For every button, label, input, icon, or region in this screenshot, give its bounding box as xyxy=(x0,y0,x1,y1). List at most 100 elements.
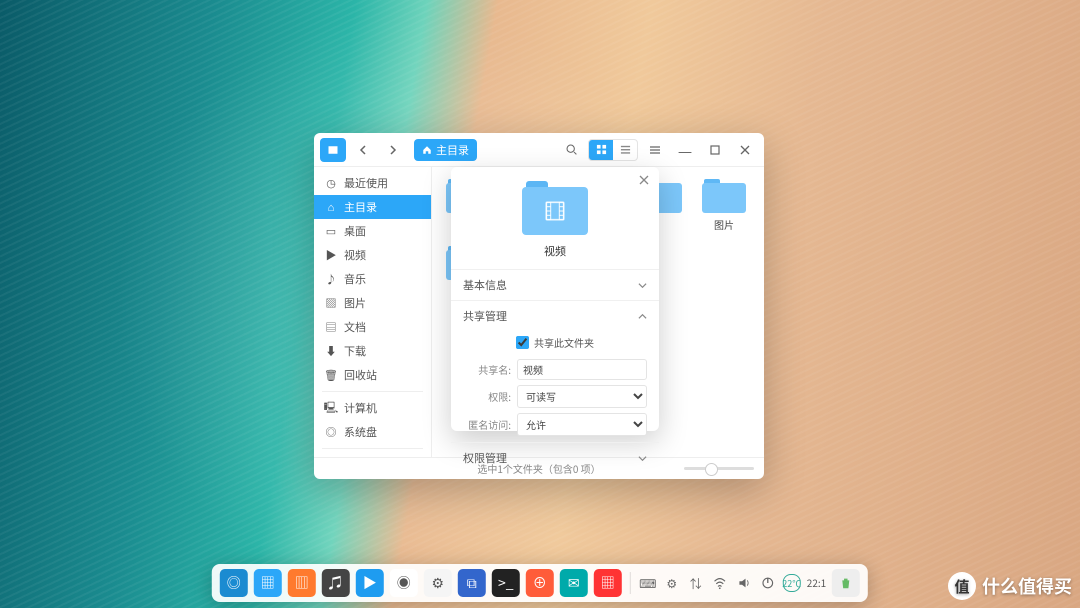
close-button[interactable] xyxy=(732,138,758,162)
chevron-down-icon xyxy=(638,454,647,463)
video-icon xyxy=(542,198,568,224)
sidebar-item-label: 回收站 xyxy=(344,367,377,383)
view-icon-mode[interactable] xyxy=(589,140,613,160)
share-anon-select[interactable]: 允许 xyxy=(517,413,647,436)
tray-keyboard-icon[interactable]: ⌨ xyxy=(639,574,657,592)
dock-app-appstore[interactable]: ▥ xyxy=(288,569,316,597)
folder-preview-icon xyxy=(522,181,588,235)
share-name-input[interactable] xyxy=(517,359,647,380)
chevron-down-icon xyxy=(638,281,647,290)
folder-label: 图片 xyxy=(714,217,734,232)
dock-app-music[interactable]: ♫ xyxy=(322,569,350,597)
watermark-badge: 值 xyxy=(948,572,976,600)
tray-clock[interactable]: 22:1 xyxy=(807,578,826,589)
share-perm-select[interactable]: 可读写 xyxy=(517,385,647,408)
sidebar-item-trash[interactable]: 🗑 回收站 xyxy=(314,363,431,387)
home-icon: ⌂ xyxy=(324,200,338,214)
dock-app-browser2[interactable]: ⊕ xyxy=(526,569,554,597)
section-perm-header[interactable]: 权限管理 xyxy=(451,443,659,473)
dock-app-mail[interactable]: ✉ xyxy=(560,569,588,597)
disk-icon: ◎ xyxy=(324,425,338,439)
sidebar-item-picture[interactable]: ▧ 图片 xyxy=(314,291,431,315)
sidebar-item-desktop[interactable]: ▭ 桌面 xyxy=(314,219,431,243)
video-icon: ▶ xyxy=(324,248,338,262)
doc-icon: ▤ xyxy=(324,320,338,334)
home-icon xyxy=(422,145,432,155)
zoom-slider[interactable] xyxy=(684,467,754,470)
sidebar-item-download[interactable]: ⬇ 下载 xyxy=(314,339,431,363)
tray-volume-icon[interactable] xyxy=(735,574,753,592)
menu-button[interactable] xyxy=(642,138,668,162)
share-perm-label: 权限: xyxy=(463,389,511,404)
music-icon: ♪ xyxy=(324,272,338,286)
clock-icon: ◷ xyxy=(324,176,338,190)
sidebar-item-label: 图片 xyxy=(344,295,366,311)
breadcrumb: 主目录 xyxy=(414,139,477,161)
dock-app-files[interactable]: ▦ xyxy=(254,569,282,597)
sidebar-item-label: 系统盘 xyxy=(344,424,377,440)
picture-icon: ▧ xyxy=(324,296,338,310)
dock-app-calendar[interactable]: ▦ xyxy=(594,569,622,597)
nav-back-button[interactable] xyxy=(350,138,376,162)
tray-usb-icon[interactable]: ⇅ xyxy=(687,574,705,592)
tray-trash-icon[interactable] xyxy=(832,569,860,597)
folder-icon xyxy=(702,177,746,213)
breadcrumb-home[interactable]: 主目录 xyxy=(414,139,477,161)
search-button[interactable] xyxy=(558,138,584,162)
dock-app-terminal[interactable]: >_ xyxy=(492,569,520,597)
dock-app-control[interactable]: ⚙ xyxy=(424,569,452,597)
sidebar-item-home[interactable]: ⌂ 主目录 xyxy=(314,195,431,219)
hamburger-icon xyxy=(649,144,661,156)
sidebar-item-label: 音乐 xyxy=(344,271,366,287)
dock-app-launcher[interactable]: ◎ xyxy=(220,569,248,597)
sidebar-item-computer[interactable]: 🖳计算机 xyxy=(314,396,431,420)
dock-app-chrome[interactable]: ◉ xyxy=(390,569,418,597)
dialog-title: 视频 xyxy=(544,243,566,259)
sidebar-item-label: 主目录 xyxy=(344,199,377,215)
download-icon: ⬇ xyxy=(324,344,338,358)
section-share-body: 共享此文件夹 共享名: 权限: 可读写 匿名访问: 允许 xyxy=(451,331,659,442)
chevron-up-icon xyxy=(638,312,647,321)
sidebar-item-disk[interactable]: ◎ 系统盘 xyxy=(314,420,431,444)
properties-dialog: 视频 基本信息 共享管理 共享此文件夹 共享名: xyxy=(451,167,659,431)
search-icon xyxy=(565,143,578,156)
dock-app-monitor[interactable]: ⧉ xyxy=(458,569,486,597)
section-share-header[interactable]: 共享管理 xyxy=(451,301,659,331)
share-name-label: 共享名: xyxy=(463,362,511,377)
dialog-close-button[interactable] xyxy=(635,171,653,189)
tray-power-icon[interactable] xyxy=(759,574,777,592)
share-enable-checkbox[interactable]: 共享此文件夹 xyxy=(463,333,647,354)
section-basic-header[interactable]: 基本信息 xyxy=(451,270,659,300)
sidebar-item-label: 最近使用 xyxy=(344,175,388,191)
dialog-header: 视频 xyxy=(451,173,659,269)
toolbar: 主目录 — xyxy=(314,133,764,167)
sidebar-item-label: 桌面 xyxy=(344,223,366,239)
sidebar-item-label: 下载 xyxy=(344,343,366,359)
dock-app-video[interactable]: ▶ xyxy=(356,569,384,597)
computer-icon: 🖳 xyxy=(324,401,338,415)
dock: ◎▦▥♫▶◉⚙⧉>_⊕✉▦ ⌨ ⚙ ⇅ 22℃ 22:1 xyxy=(212,564,868,602)
tray-settings-icon[interactable]: ⚙ xyxy=(663,574,681,592)
minimize-button[interactable]: — xyxy=(672,138,698,162)
sidebar-item-clock[interactable]: ◷ 最近使用 xyxy=(314,171,431,195)
close-icon xyxy=(639,175,649,185)
sidebar-item-video[interactable]: ▶视频 xyxy=(314,243,431,267)
maximize-icon xyxy=(710,145,720,155)
tray-wifi-icon[interactable] xyxy=(711,574,729,592)
share-anon-label: 匿名访问: xyxy=(463,417,511,432)
folder-item[interactable]: 图片 xyxy=(698,177,750,232)
sidebar-item-doc[interactable]: ▤文档 xyxy=(314,315,431,339)
watermark: 值 什么值得买 xyxy=(948,572,1072,600)
maximize-button[interactable] xyxy=(702,138,728,162)
system-tray: ⌨ ⚙ ⇅ 22℃ 22:1 xyxy=(639,569,860,597)
view-toggle xyxy=(588,139,638,161)
tray-temperature[interactable]: 22℃ xyxy=(783,574,801,592)
nav-forward-button[interactable] xyxy=(380,138,406,162)
trash-icon: 🗑 xyxy=(324,368,338,382)
view-list-mode[interactable] xyxy=(613,140,637,160)
sidebar-item-music[interactable]: ♪ 音乐 xyxy=(314,267,431,291)
close-icon xyxy=(740,145,750,155)
desktop-icon: ▭ xyxy=(324,224,338,238)
sidebar: ◷最近使用⌂主目录▭桌面▶视频♪音乐▧图片▤文档⬇下载🗑回收站🖳计算机◎系统盘⊚… xyxy=(314,167,432,457)
dock-separator xyxy=(630,572,631,594)
